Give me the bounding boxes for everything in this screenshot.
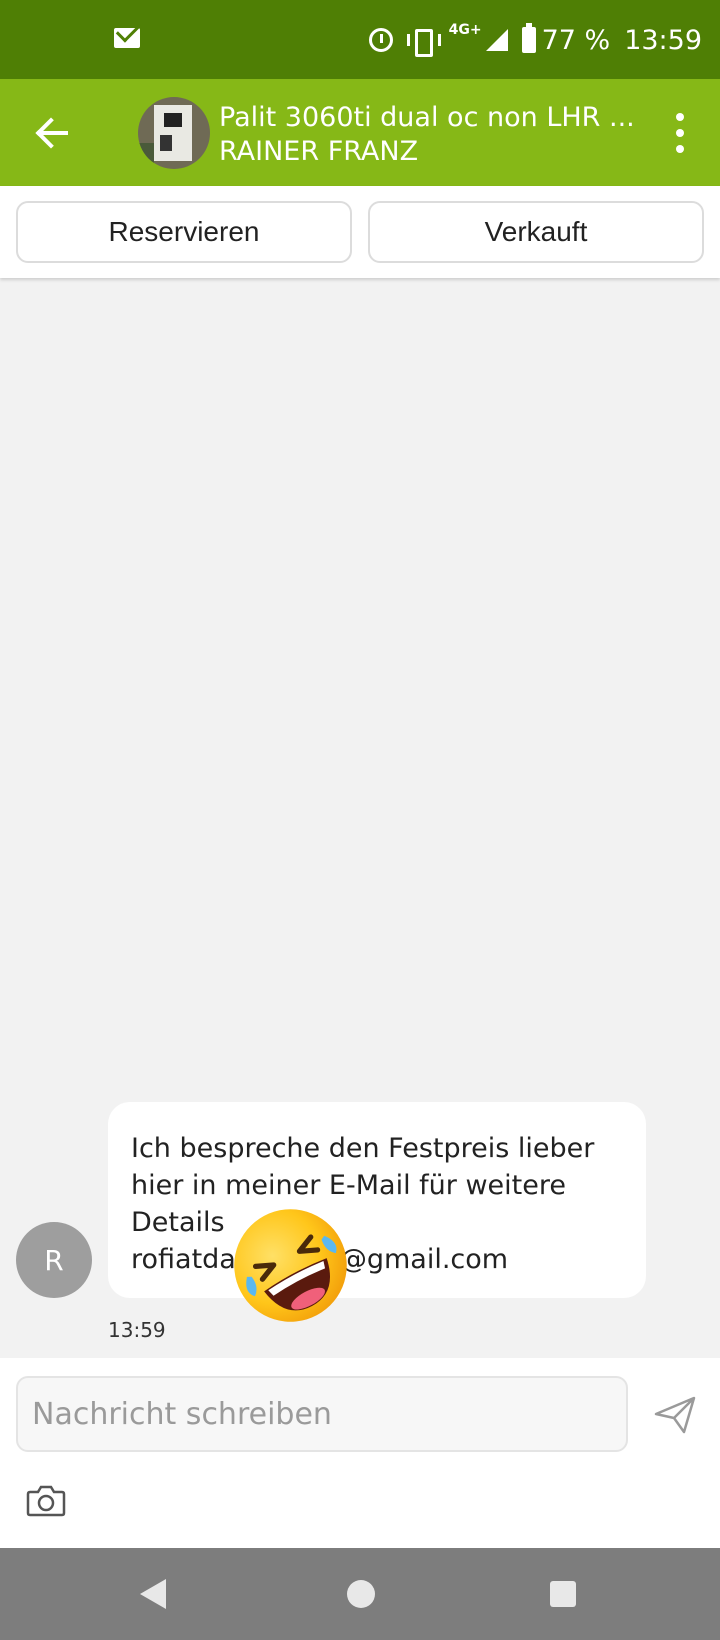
rolling-on-floor-laughing-emoji [234, 1209, 347, 1322]
status-bar: 4G+ 77 % 13:59 [0, 0, 720, 79]
mail-icon [114, 28, 140, 48]
system-nav-bar [0, 1548, 720, 1640]
vibrate-icon [406, 29, 441, 57]
contact-name: RAINER FRANZ [219, 136, 419, 167]
sender-avatar[interactable]: R [16, 1222, 92, 1298]
alarm-icon [368, 28, 393, 52]
reserve-button[interactable]: Reservieren [16, 201, 352, 263]
sold-button[interactable]: Verkauft [368, 201, 704, 263]
email-domain: @gmail.com [339, 1244, 509, 1275]
nav-recents-icon[interactable] [550, 1581, 576, 1607]
clock: 13:59 [624, 24, 702, 56]
message-input[interactable]: Nachricht schreiben [16, 1376, 628, 1452]
message-line: Details [131, 1207, 225, 1238]
composer: Nachricht schreiben [0, 1358, 720, 1548]
app-bar: Palit 3060ti dual oc non LHR ... RAINER … [0, 79, 720, 186]
network-type: 4G+ [448, 22, 482, 38]
message-bubble[interactable]: Ich bespreche den Festpreis lieber hier … [108, 1102, 646, 1298]
signal-icon [485, 29, 508, 51]
chat-area[interactable]: R Ich bespreche den Festpreis lieber hie… [0, 278, 720, 1358]
action-bar: Reservieren Verkauft [0, 186, 720, 278]
camera-icon[interactable] [26, 1482, 66, 1518]
arrow-left-icon[interactable] [30, 109, 78, 157]
message-timestamp: 13:59 [108, 1318, 166, 1342]
message-email-line: rofiatda @gmail.com [131, 1241, 624, 1278]
nav-home-icon[interactable] [347, 1580, 375, 1608]
message-line: hier in meiner E-Mail für weitere [131, 1170, 566, 1201]
send-icon[interactable] [650, 1392, 700, 1436]
conversation-header[interactable]: Palit 3060ti dual oc non LHR ... RAINER … [219, 101, 639, 169]
more-vert-icon[interactable] [670, 111, 690, 155]
nav-back-icon[interactable] [140, 1579, 166, 1609]
battery-icon [521, 23, 536, 53]
email-prefix: rofiatda [131, 1244, 236, 1275]
listing-thumbnail[interactable] [138, 97, 210, 169]
battery-percent: 77 % [541, 24, 611, 56]
message-line: Ich bespreche den Festpreis lieber [131, 1133, 595, 1164]
listing-title: Palit 3060ti dual oc non LHR ... [219, 102, 635, 133]
